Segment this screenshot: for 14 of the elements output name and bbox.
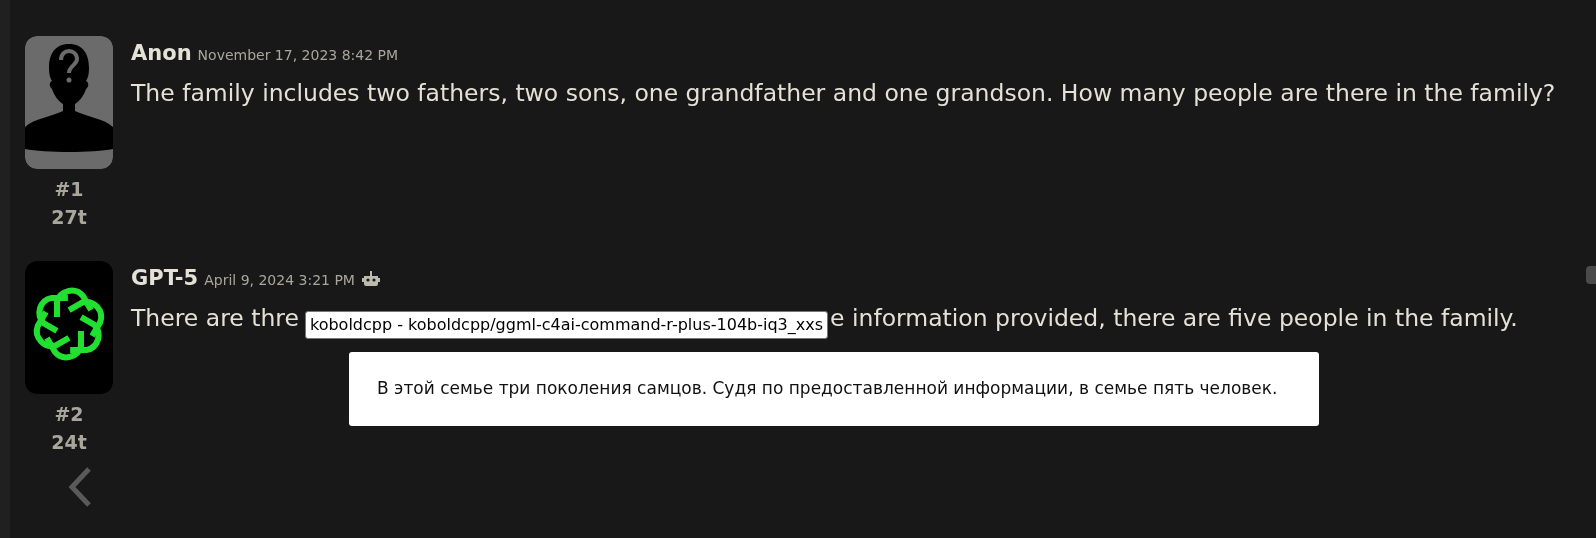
translation-text: В этой семье три поколения самцов. Судя по предоставленной информации, в семье пять человек. — [377, 377, 1278, 401]
token-count: 24t — [51, 430, 87, 455]
post-number: #2 — [54, 402, 84, 427]
tooltip: koboldcpp - koboldcpp/ggml-c4ai-command-r-plus-104b-iq3_xxs — [304, 310, 829, 339]
back-chevron-icon — [68, 466, 92, 508]
message-text: The family includes two fathers, two sons, one grandfather and one grandson. How many people are there in the family? — [131, 77, 1556, 108]
post-date: April 9, 2024 3:21 PM — [204, 271, 355, 290]
message-text: There are thre — [131, 302, 299, 333]
message-text: e information provided, there are five people in the family. — [830, 302, 1518, 333]
post-date: November 17, 2023 8:42 PM — [197, 46, 399, 65]
post-number: #1 — [54, 177, 84, 202]
author-name: GPT-5 — [131, 265, 199, 292]
author-name: Anon — [131, 40, 192, 67]
token-count: 27t — [51, 205, 87, 230]
